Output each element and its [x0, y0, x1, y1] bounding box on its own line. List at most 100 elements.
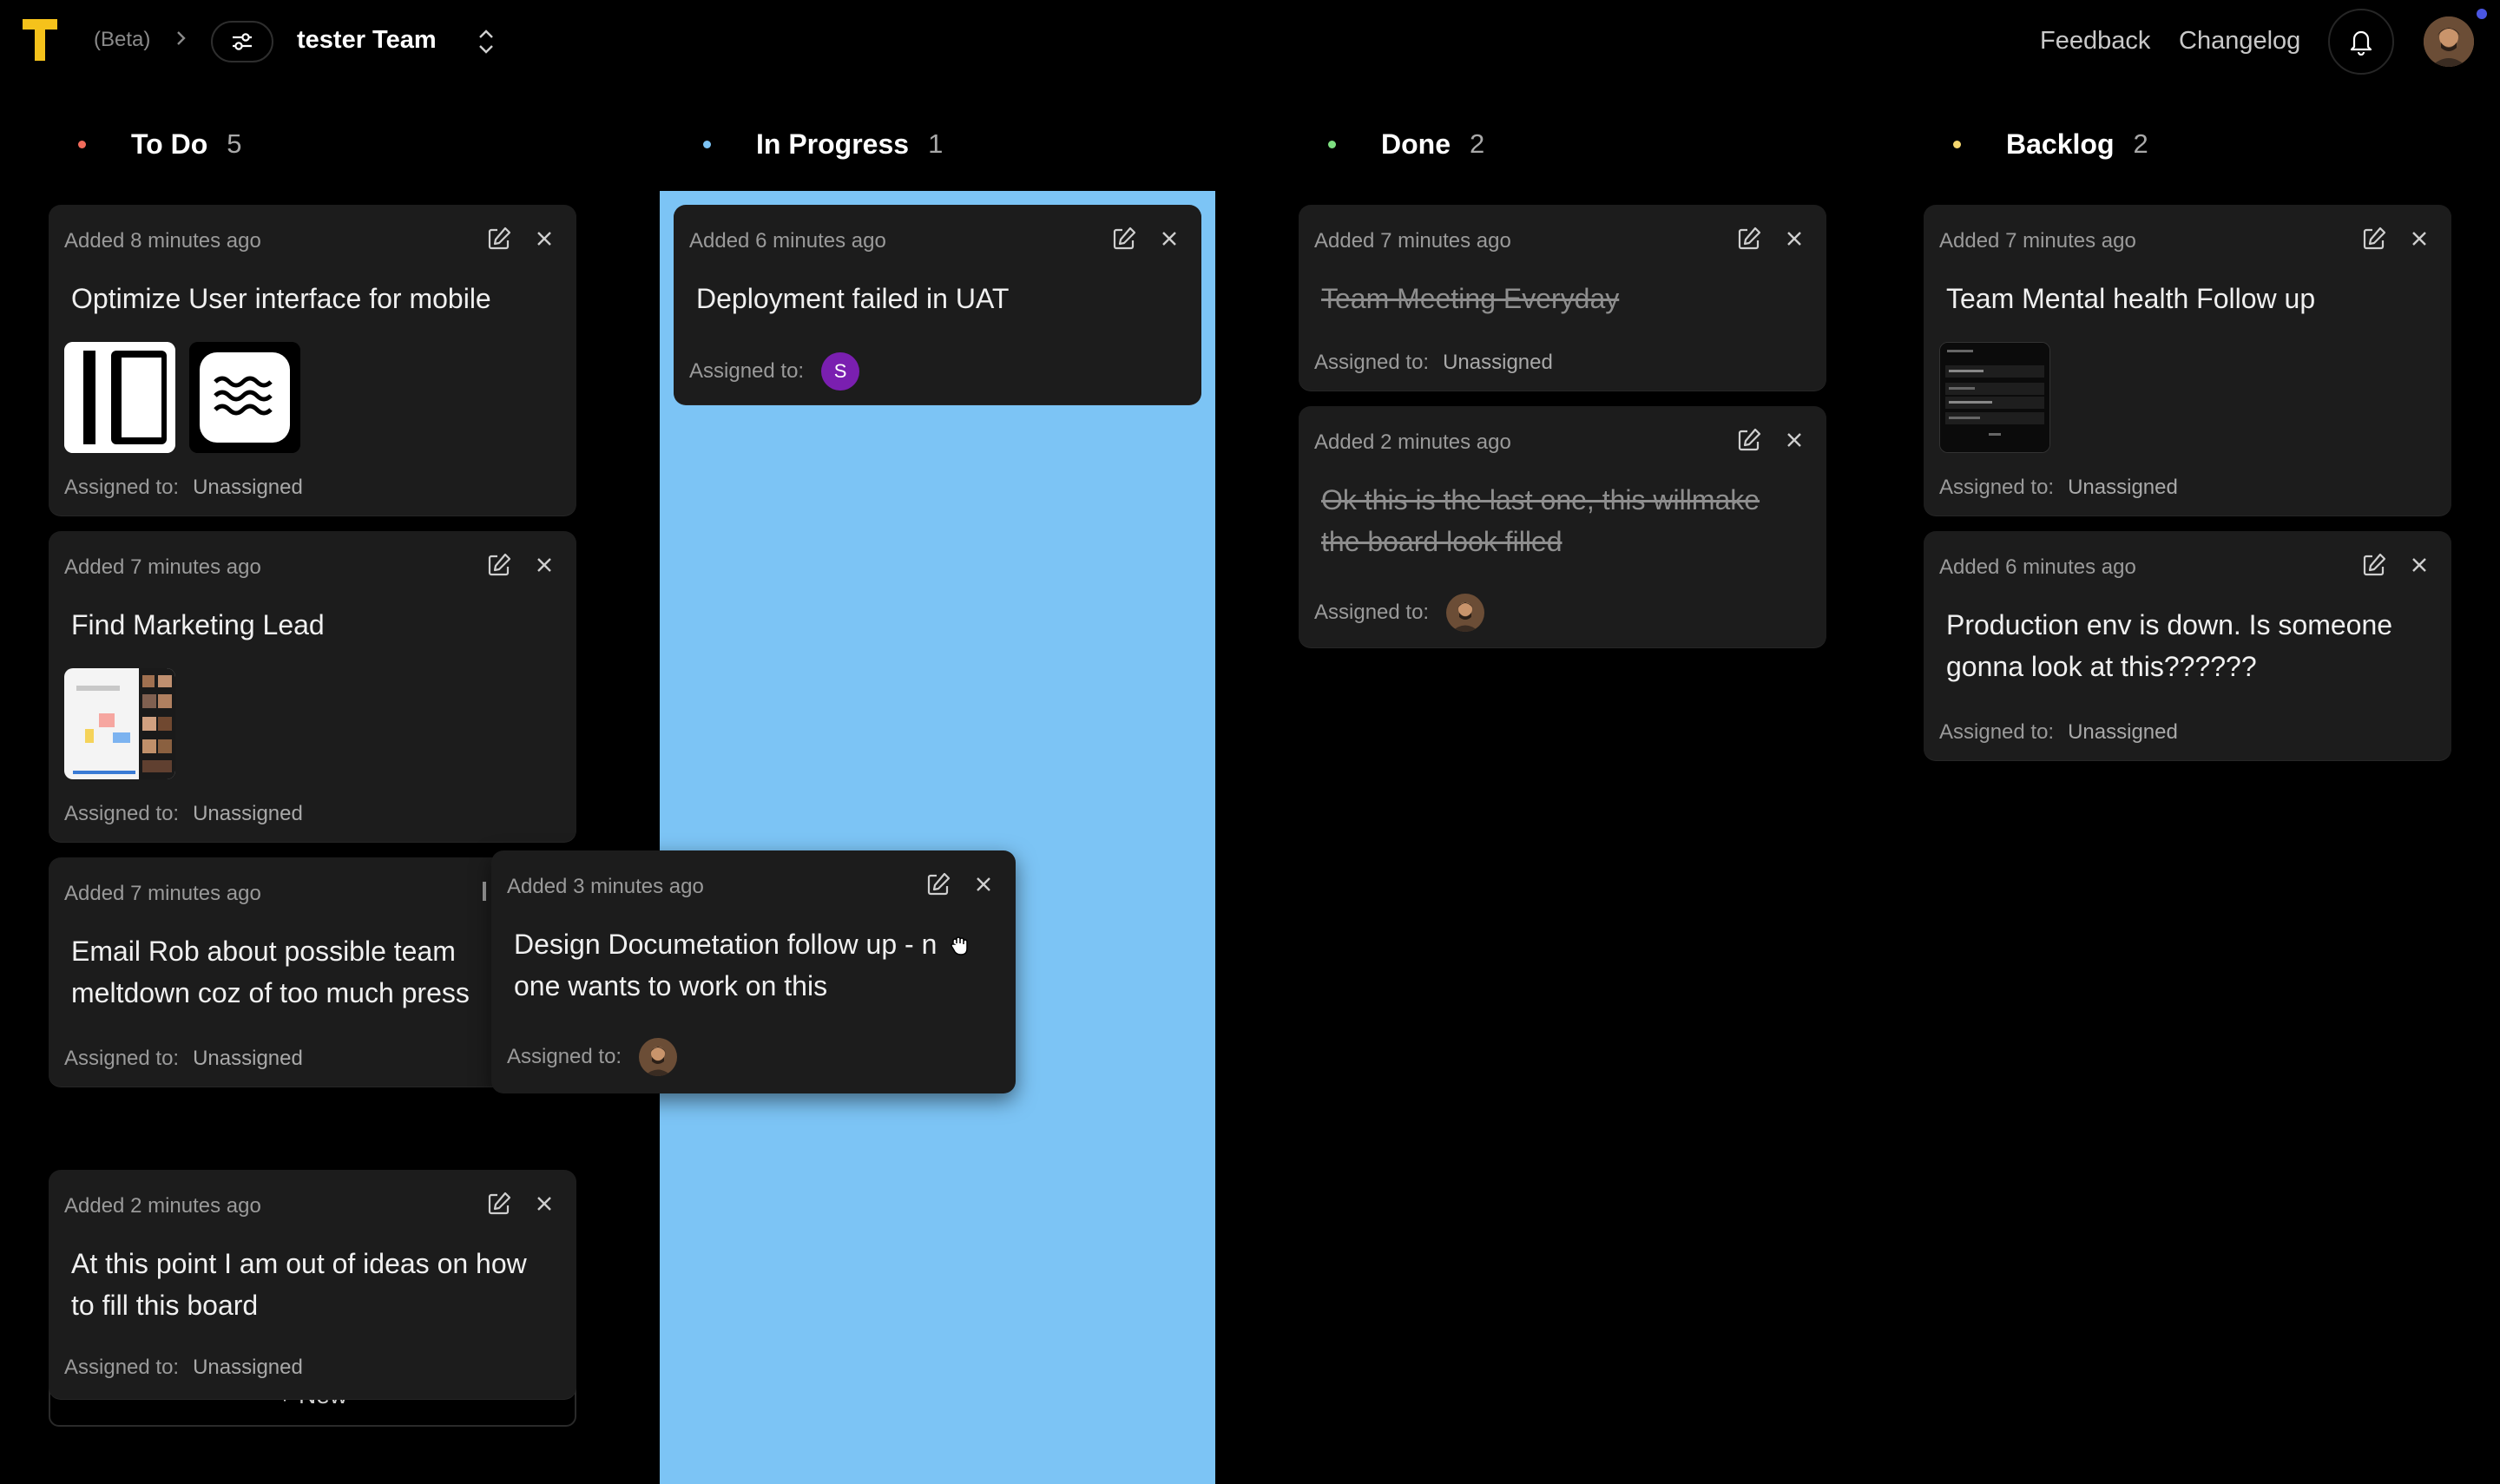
- close-icon[interactable]: [533, 227, 556, 250]
- breadcrumb-chevron-icon: [170, 28, 191, 49]
- assignee-row: Assigned to: Unassigned: [64, 476, 303, 500]
- task-card-done-1[interactable]: Added 7 minutes ago Team Meeting Everyda…: [1299, 205, 1826, 391]
- task-title: Team Meeting Everyday: [1321, 283, 1620, 314]
- edit-icon[interactable]: [2361, 552, 2387, 578]
- close-icon[interactable]: [533, 1192, 556, 1215]
- assigned-label: Assigned to:: [1939, 476, 2055, 499]
- assignee-avatar[interactable]: [639, 1038, 678, 1076]
- task-card-progress-1[interactable]: Added 6 minutes ago Deployment failed in…: [674, 205, 1201, 404]
- assignee-row: Assigned to: Unassigned: [1939, 476, 2178, 500]
- task-card-backlog-1[interactable]: Added 7 minutes ago Team Mental health F…: [1924, 205, 2451, 515]
- added-time: Added 8 minutes ago: [64, 229, 261, 253]
- attachment-thumbnail[interactable]: [64, 668, 175, 779]
- attachment-thumbnail[interactable]: [189, 342, 300, 453]
- notifications-button[interactable]: [2328, 9, 2394, 75]
- hidden-edit-icon-edge: [483, 882, 486, 901]
- task-title-line-1: At this point I am out of ideas on how: [71, 1248, 527, 1279]
- status-dot: [78, 140, 86, 148]
- assignee-row: Assigned to: Unassigned: [64, 1047, 303, 1071]
- changelog-link[interactable]: Changelog: [2179, 27, 2300, 56]
- assigned-label: Assigned to:: [689, 359, 805, 383]
- feedback-link[interactable]: Feedback: [2040, 27, 2150, 56]
- added-time: Added 7 minutes ago: [64, 555, 261, 579]
- task-card-dragging[interactable]: Added 3 minutes ago Design Documetation …: [491, 850, 1016, 1093]
- task-card-todo-2[interactable]: Added 7 minutes ago Find Marketing Lead …: [49, 531, 576, 842]
- added-time: Added 6 minutes ago: [689, 229, 886, 253]
- assigned-label: Assigned to:: [1314, 601, 1430, 624]
- edit-icon[interactable]: [925, 871, 951, 897]
- added-time: Added 2 minutes ago: [64, 1194, 261, 1218]
- added-time: Added 7 minutes ago: [1939, 229, 2136, 253]
- task-title-line-1: Production env is down. Is someone: [1946, 609, 2393, 640]
- close-icon[interactable]: [1783, 227, 1806, 250]
- edit-icon[interactable]: [486, 552, 512, 578]
- close-icon[interactable]: [2408, 227, 2431, 250]
- edit-icon[interactable]: [486, 1191, 512, 1217]
- added-time: Added 6 minutes ago: [1939, 555, 2136, 579]
- close-icon[interactable]: [1158, 227, 1181, 250]
- assignee-name: Unassigned: [193, 1047, 303, 1070]
- assignee-row: Assigned to:: [1314, 594, 1485, 632]
- task-title: Optimize User interface for mobile: [71, 283, 491, 314]
- task-card-backlog-2[interactable]: Added 6 minutes ago Production env is do…: [1924, 531, 2451, 760]
- team-name[interactable]: tester Team: [297, 26, 437, 55]
- task-card-done-2[interactable]: Added 2 minutes ago Ok this is the last …: [1299, 406, 1826, 647]
- assigned-label: Assigned to:: [64, 1047, 180, 1070]
- column-title: Backlog: [2006, 128, 2115, 160]
- assigned-label: Assigned to:: [1314, 351, 1430, 374]
- beta-badge: (Beta): [94, 28, 151, 51]
- column-header-todo: To Do 5: [69, 121, 242, 167]
- column-count: 5: [227, 128, 242, 159]
- assignee-name: Unassigned: [193, 476, 303, 499]
- assignee-row: Assigned to: Unassigned: [1939, 720, 2178, 745]
- column-header-done: Done 2: [1319, 121, 1484, 167]
- status-dot: [1328, 140, 1336, 148]
- edit-icon[interactable]: [1111, 226, 1137, 252]
- task-card-todo-1[interactable]: Added 8 minutes ago Optimize User interf…: [49, 205, 576, 515]
- task-title: Deployment failed in UAT: [696, 283, 1010, 314]
- assignee-avatar[interactable]: [1446, 594, 1485, 632]
- close-icon[interactable]: [533, 554, 556, 576]
- assigned-label: Assigned to:: [64, 476, 180, 499]
- task-title: Find Marketing Lead: [71, 609, 325, 640]
- column-count: 2: [2133, 128, 2148, 159]
- assigned-label: Assigned to:: [64, 802, 180, 825]
- column-count: 1: [928, 128, 944, 159]
- attachment-thumbnail[interactable]: [1939, 342, 2050, 453]
- close-icon[interactable]: [1783, 429, 1806, 451]
- edit-icon[interactable]: [2361, 226, 2387, 252]
- assignee-name: Unassigned: [2068, 720, 2178, 744]
- attachment-thumbnail[interactable]: [64, 342, 175, 453]
- column-count: 2: [1470, 128, 1485, 159]
- notification-indicator: [2477, 9, 2487, 19]
- task-title-line-1: Design Documetation follow up - n: [514, 929, 938, 960]
- task-title-line-1: Email Rob about possible team: [71, 936, 456, 967]
- close-icon[interactable]: [2408, 554, 2431, 576]
- user-avatar[interactable]: [2424, 16, 2474, 67]
- edit-icon[interactable]: [1736, 226, 1762, 252]
- assignee-row: Assigned to: S: [689, 352, 860, 391]
- added-time: Added 7 minutes ago: [64, 882, 261, 905]
- task-title-line-2: the board look filled: [1321, 526, 1562, 557]
- column-title: To Do: [131, 128, 208, 160]
- bell-icon: [2350, 30, 2372, 56]
- edit-icon[interactable]: [1736, 427, 1762, 453]
- board-settings-button[interactable]: [211, 21, 273, 62]
- team-switcher-updown-icon[interactable]: [472, 24, 500, 59]
- added-time: Added 7 minutes ago: [1314, 229, 1511, 253]
- assignee-avatar[interactable]: S: [821, 352, 860, 391]
- assignee-name: Unassigned: [1443, 351, 1553, 374]
- close-icon[interactable]: [972, 873, 995, 896]
- task-card-todo-4[interactable]: Added 2 minutes ago At this point I am o…: [49, 1170, 576, 1399]
- assigned-label: Assigned to:: [64, 1356, 180, 1379]
- column-header-in-progress: In Progress 1: [694, 121, 943, 167]
- app-logo[interactable]: [23, 19, 57, 61]
- status-dot: [703, 140, 711, 148]
- status-dot: [1953, 140, 1961, 148]
- column-header-backlog: Backlog 2: [1944, 121, 2148, 167]
- assignee-row: Assigned to: Unassigned: [64, 802, 303, 826]
- assigned-label: Assigned to:: [1939, 720, 2055, 744]
- edit-icon[interactable]: [486, 226, 512, 252]
- sliders-icon: [233, 33, 252, 50]
- task-title-line-2: gonna look at this??????: [1946, 651, 2257, 682]
